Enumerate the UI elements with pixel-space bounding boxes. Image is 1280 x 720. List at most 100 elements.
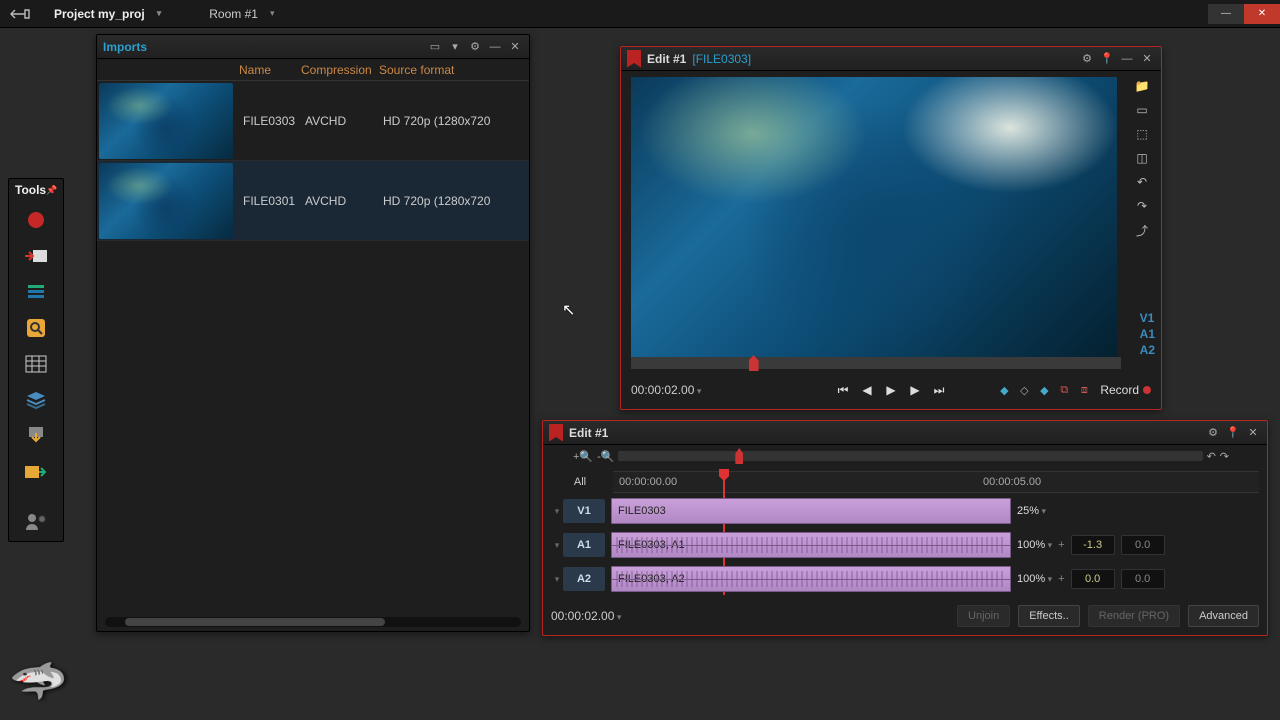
timeline-header[interactable]: Edit #1 ⚙ 📍 ✕ <box>543 421 1267 445</box>
scrub-marker[interactable] <box>749 355 759 371</box>
ruler-time-0: 00:00:00.00 <box>619 476 677 488</box>
track-a1-pct[interactable]: 100% <box>1017 539 1052 551</box>
view-mode-icon[interactable]: ▭ <box>427 39 443 55</box>
track-a1-label[interactable]: A1 <box>1140 327 1155 341</box>
redo-icon[interactable]: ↷ <box>1220 450 1229 463</box>
track-a1-gain[interactable]: -1.3 <box>1071 535 1115 555</box>
zoom-out-icon[interactable]: -🔍 <box>597 450 614 463</box>
timeline-title: Edit #1 <box>569 426 608 440</box>
pin-icon[interactable]: 📌 <box>46 185 57 196</box>
imports-header[interactable]: Imports ▭ ▾ ⚙ — ✕ <box>97 35 529 59</box>
minimize-panel-icon[interactable]: — <box>1119 51 1135 67</box>
undo-icon[interactable]: ↶ <box>1131 173 1153 191</box>
imports-scrollbar[interactable] <box>105 617 521 627</box>
step-fwd-button[interactable]: ▶ <box>906 381 924 399</box>
unjoin-button: Unjoin <box>957 605 1010 627</box>
pin-icon[interactable]: 📍 <box>1225 425 1241 441</box>
track-a2: ▾ A2 FILE0303, A2 100% + 0.0 0.0 <box>551 563 1259 595</box>
import-tool[interactable] <box>12 239 60 273</box>
import-row[interactable]: FILE0303 AVCHD HD 720p (1280x720 <box>97 81 529 161</box>
mark-out-icon[interactable]: ◆ <box>1036 382 1052 398</box>
room-dropdown[interactable]: Room #1 <box>195 0 288 28</box>
project-dropdown[interactable]: Project my_proj <box>40 0 175 28</box>
folder-icon[interactable]: 📁 <box>1131 77 1153 95</box>
back-button[interactable] <box>0 0 40 28</box>
zoom-scrubber[interactable] <box>618 451 1202 461</box>
tools-title: Tools📌 <box>9 179 63 201</box>
track-v1-pct[interactable]: 25% <box>1017 505 1046 517</box>
export-tool[interactable] <box>12 455 60 489</box>
import-thumbnail <box>99 83 233 159</box>
preview-header[interactable]: Edit #1 [FILE0303] ⚙ 📍 — ✕ <box>621 47 1161 71</box>
col-name[interactable]: Name <box>239 63 301 77</box>
download-tool[interactable] <box>12 419 60 453</box>
record-button[interactable]: Record <box>1100 383 1151 397</box>
advanced-button[interactable]: Advanced <box>1188 605 1259 627</box>
clip-a2[interactable]: FILE0303, A2 <box>611 566 1011 592</box>
view-dropdown-icon[interactable]: ▾ <box>447 39 463 55</box>
zoom-in-icon[interactable]: +🔍 <box>573 450 593 463</box>
minimize-button[interactable]: — <box>1208 4 1244 24</box>
clip-a1[interactable]: FILE0303, A1 <box>611 532 1011 558</box>
col-compression[interactable]: Compression <box>301 63 379 77</box>
track-a2-pct[interactable]: 100% <box>1017 573 1052 585</box>
expand-icon[interactable]: ▾ <box>551 540 563 551</box>
users-tool[interactable] <box>12 505 60 539</box>
minimize-panel-icon[interactable]: — <box>487 39 503 55</box>
close-panel-icon[interactable]: ✕ <box>1139 51 1155 67</box>
expand-icon[interactable]: ▾ <box>551 506 563 517</box>
timeline-tool[interactable] <box>12 275 60 309</box>
preview-timecode[interactable]: 00:00:02.00 <box>631 383 701 397</box>
expand-icon[interactable]: ▾ <box>551 574 563 585</box>
track-label-v1[interactable]: V1 <box>563 499 605 523</box>
frame-icon[interactable]: ▭ <box>1131 101 1153 119</box>
layers-tool[interactable] <box>12 383 60 417</box>
preview-scrubber[interactable] <box>631 357 1121 369</box>
imports-title: Imports <box>103 40 147 54</box>
close-button[interactable]: ✕ <box>1244 4 1280 24</box>
crop-icon[interactable]: ◫ <box>1131 149 1153 167</box>
export-frame-icon[interactable]: ⤴ <box>1131 221 1153 239</box>
record-tool[interactable] <box>12 203 60 237</box>
search-tool[interactable] <box>12 311 60 345</box>
ruler-time-5: 00:00:05.00 <box>983 476 1041 488</box>
timeline-timecode[interactable]: 00:00:02.00 <box>551 609 621 623</box>
track-a2-label[interactable]: A2 <box>1140 343 1155 357</box>
track-v1-label[interactable]: V1 <box>1140 311 1155 325</box>
preview-viewport[interactable] <box>631 77 1117 359</box>
bookmark-icon <box>549 424 563 442</box>
plus-icon[interactable]: + <box>1058 573 1064 585</box>
split-icon[interactable]: ⧉ <box>1056 382 1072 398</box>
col-source[interactable]: Source format <box>379 63 529 77</box>
track-label-a1[interactable]: A1 <box>563 533 605 557</box>
import-row[interactable]: FILE0301 AVCHD HD 720p (1280x720 <box>97 161 529 241</box>
settings-icon[interactable]: ⚙ <box>1079 51 1095 67</box>
plus-icon[interactable]: + <box>1058 539 1064 551</box>
pin-icon[interactable]: 📍 <box>1099 51 1115 67</box>
go-start-button[interactable]: ⏮ <box>834 381 852 399</box>
settings-icon[interactable]: ⚙ <box>1205 425 1221 441</box>
safe-area-icon[interactable]: ⬚ <box>1131 125 1153 143</box>
track-label-a2[interactable]: A2 <box>563 567 605 591</box>
track-a2-pan[interactable]: 0.0 <box>1121 569 1165 589</box>
timeline-panel: Edit #1 ⚙ 📍 ✕ +🔍 -🔍 ↶ ↷ All 00:00:00.00 … <box>542 420 1268 636</box>
clip-v1[interactable]: FILE0303 <box>611 498 1011 524</box>
import-source: HD 720p (1280x720 <box>383 114 490 128</box>
grid-tool[interactable] <box>12 347 60 381</box>
undo-icon[interactable]: ↶ <box>1207 450 1216 463</box>
ruler-all-button[interactable]: All <box>555 476 605 488</box>
cut-icon[interactable]: ⧈ <box>1076 382 1092 398</box>
track-a2-gain[interactable]: 0.0 <box>1071 569 1115 589</box>
close-panel-icon[interactable]: ✕ <box>1245 425 1261 441</box>
redo-icon[interactable]: ↷ <box>1131 197 1153 215</box>
timeline-ruler[interactable]: All 00:00:00.00 00:00:05.00 <box>613 471 1259 493</box>
settings-icon[interactable]: ⚙ <box>467 39 483 55</box>
mark-in-icon[interactable]: ◆ <box>996 382 1012 398</box>
close-panel-icon[interactable]: ✕ <box>507 39 523 55</box>
mark-icon[interactable]: ◇ <box>1016 382 1032 398</box>
go-end-button[interactable]: ⏭ <box>930 381 948 399</box>
play-button[interactable]: ▶ <box>882 381 900 399</box>
step-back-button[interactable]: ◀ <box>858 381 876 399</box>
track-a1-pan[interactable]: 0.0 <box>1121 535 1165 555</box>
effects-button[interactable]: Effects.. <box>1018 605 1080 627</box>
